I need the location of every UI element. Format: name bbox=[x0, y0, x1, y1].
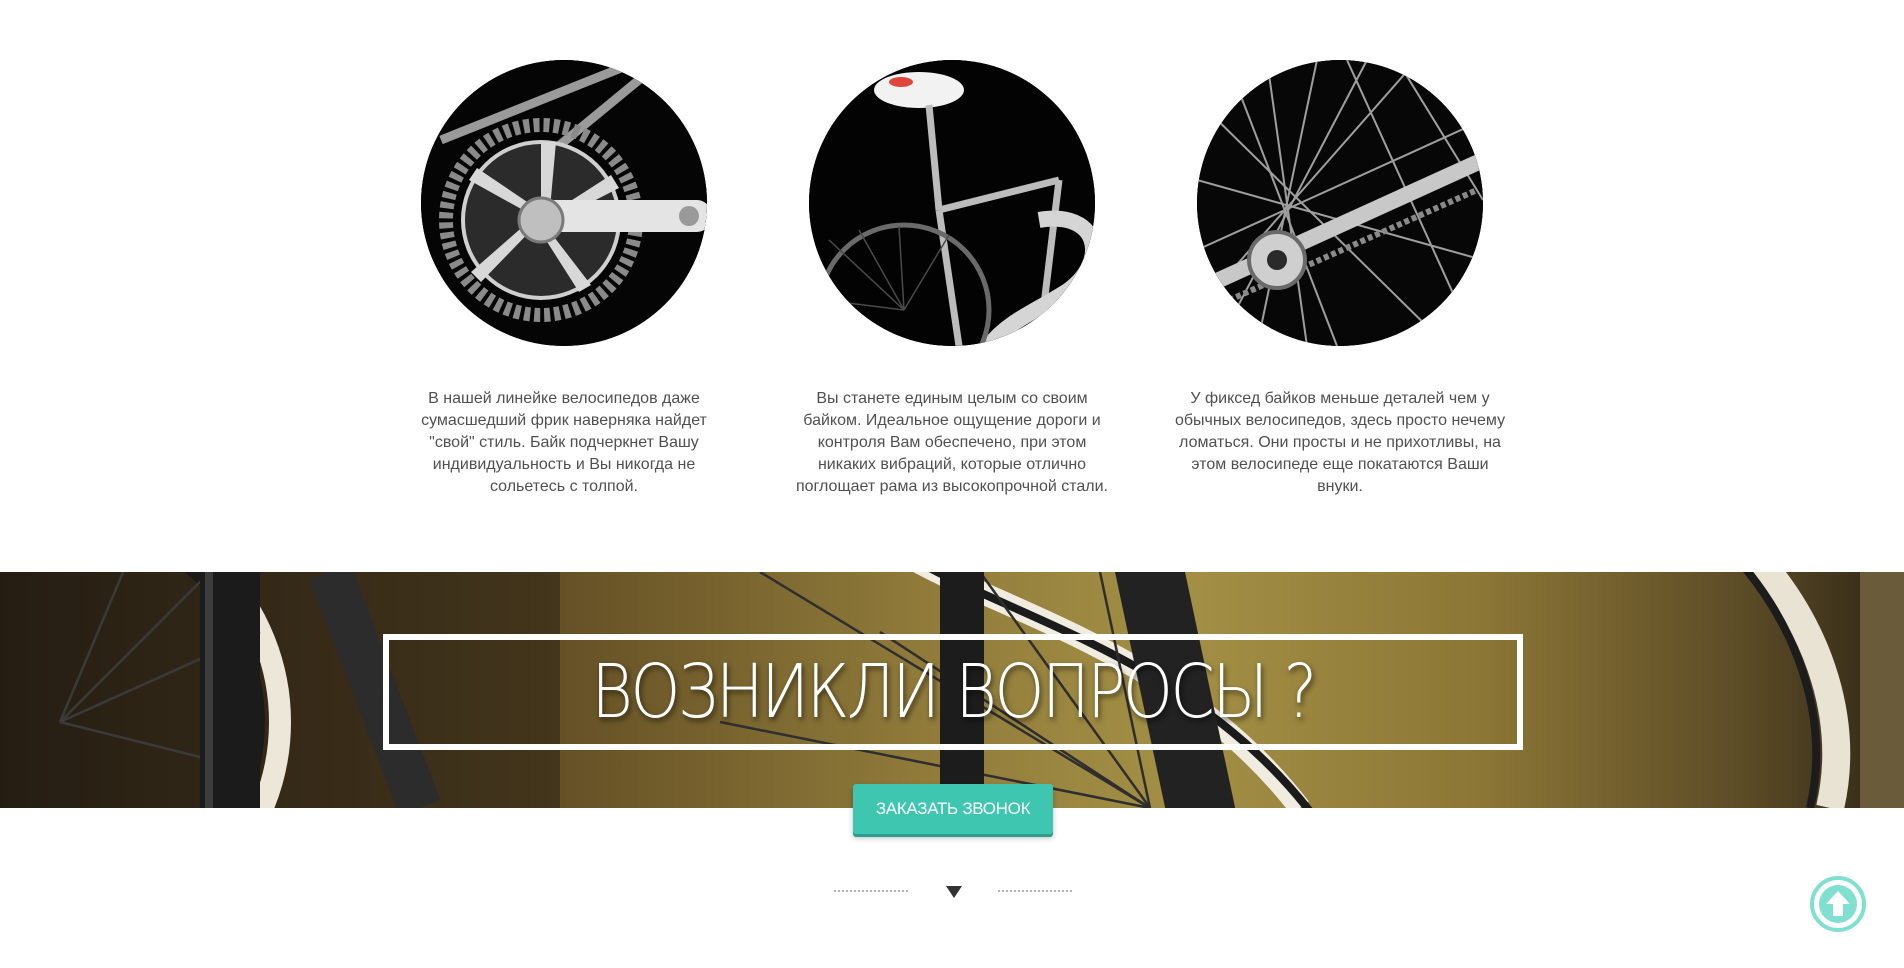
feature-line: сольетесь с толпой. bbox=[489, 478, 638, 495]
crankset-photo bbox=[421, 60, 707, 346]
divider-dots-right bbox=[998, 890, 1072, 892]
chevron-down-icon[interactable] bbox=[946, 886, 962, 898]
feature-line: У фиксед байков меньше деталей чем у bbox=[1190, 390, 1490, 407]
order-call-button[interactable]: ЗАКАЗАТЬ ЗВОНОК bbox=[853, 784, 1053, 834]
feature-line: этом велосипеде еще покатаются Ваши bbox=[1191, 456, 1489, 473]
feature-line: ломаться. Они просты и не прихотливы, на bbox=[1179, 434, 1501, 451]
feature-text-design: В нашей линейке велосипедов даже сумасше… bbox=[396, 388, 732, 498]
banner-frame: ВОЗНИКЛИ ВОПРОСЫ ? bbox=[383, 634, 1523, 750]
feature-line: сумасшедший фрик наверняка найдет bbox=[421, 412, 707, 429]
questions-banner: ВОЗНИКЛИ ВОПРОСЫ ? bbox=[0, 572, 1904, 808]
feature-card-control: Вы станете единым целым со своим байком.… bbox=[784, 60, 1120, 498]
section-divider bbox=[834, 884, 1072, 904]
feature-text-control: Вы станете единым целым со своим байком.… bbox=[784, 388, 1120, 498]
divider-dots-left bbox=[834, 890, 908, 892]
feature-line: поглощает рама из высокопрочной стали. bbox=[795, 478, 1108, 495]
feature-card-reliability: У фиксед байков меньше деталей чем у обы… bbox=[1172, 60, 1508, 498]
feature-line: байком. Идеальное ощущение дороги и bbox=[803, 412, 1101, 429]
feature-line: обычных велосипедов, здесь просто нечему bbox=[1174, 412, 1506, 429]
feature-line: внуки. bbox=[1317, 478, 1363, 495]
features-section: В нашей линейке велосипедов даже сумасше… bbox=[0, 0, 1904, 572]
wheel-spokes-photo bbox=[1197, 60, 1483, 346]
feature-line: "свой" стиль. Байк подчеркнет Вашу bbox=[429, 434, 699, 451]
feature-line: индивидуальность и Вы никогда не bbox=[432, 456, 696, 473]
feature-line: контроля Вам обеспечено, при этом bbox=[817, 434, 1087, 451]
bike-frame-photo bbox=[809, 60, 1095, 346]
feature-line: Вы станете единым целым со своим bbox=[816, 390, 1088, 407]
banner-heading: ВОЗНИКЛИ ВОПРОСЫ ? bbox=[591, 649, 1317, 735]
feature-line: В нашей линейке велосипедов даже bbox=[428, 390, 700, 407]
arrow-up-icon bbox=[1819, 885, 1857, 923]
feature-line: никаких вибраций, которые отлично bbox=[817, 456, 1087, 473]
scroll-to-top-button[interactable] bbox=[1810, 876, 1866, 932]
feature-card-design: В нашей линейке велосипедов даже сумасше… bbox=[396, 60, 732, 498]
feature-text-reliability: У фиксед байков меньше деталей чем у обы… bbox=[1172, 388, 1508, 498]
